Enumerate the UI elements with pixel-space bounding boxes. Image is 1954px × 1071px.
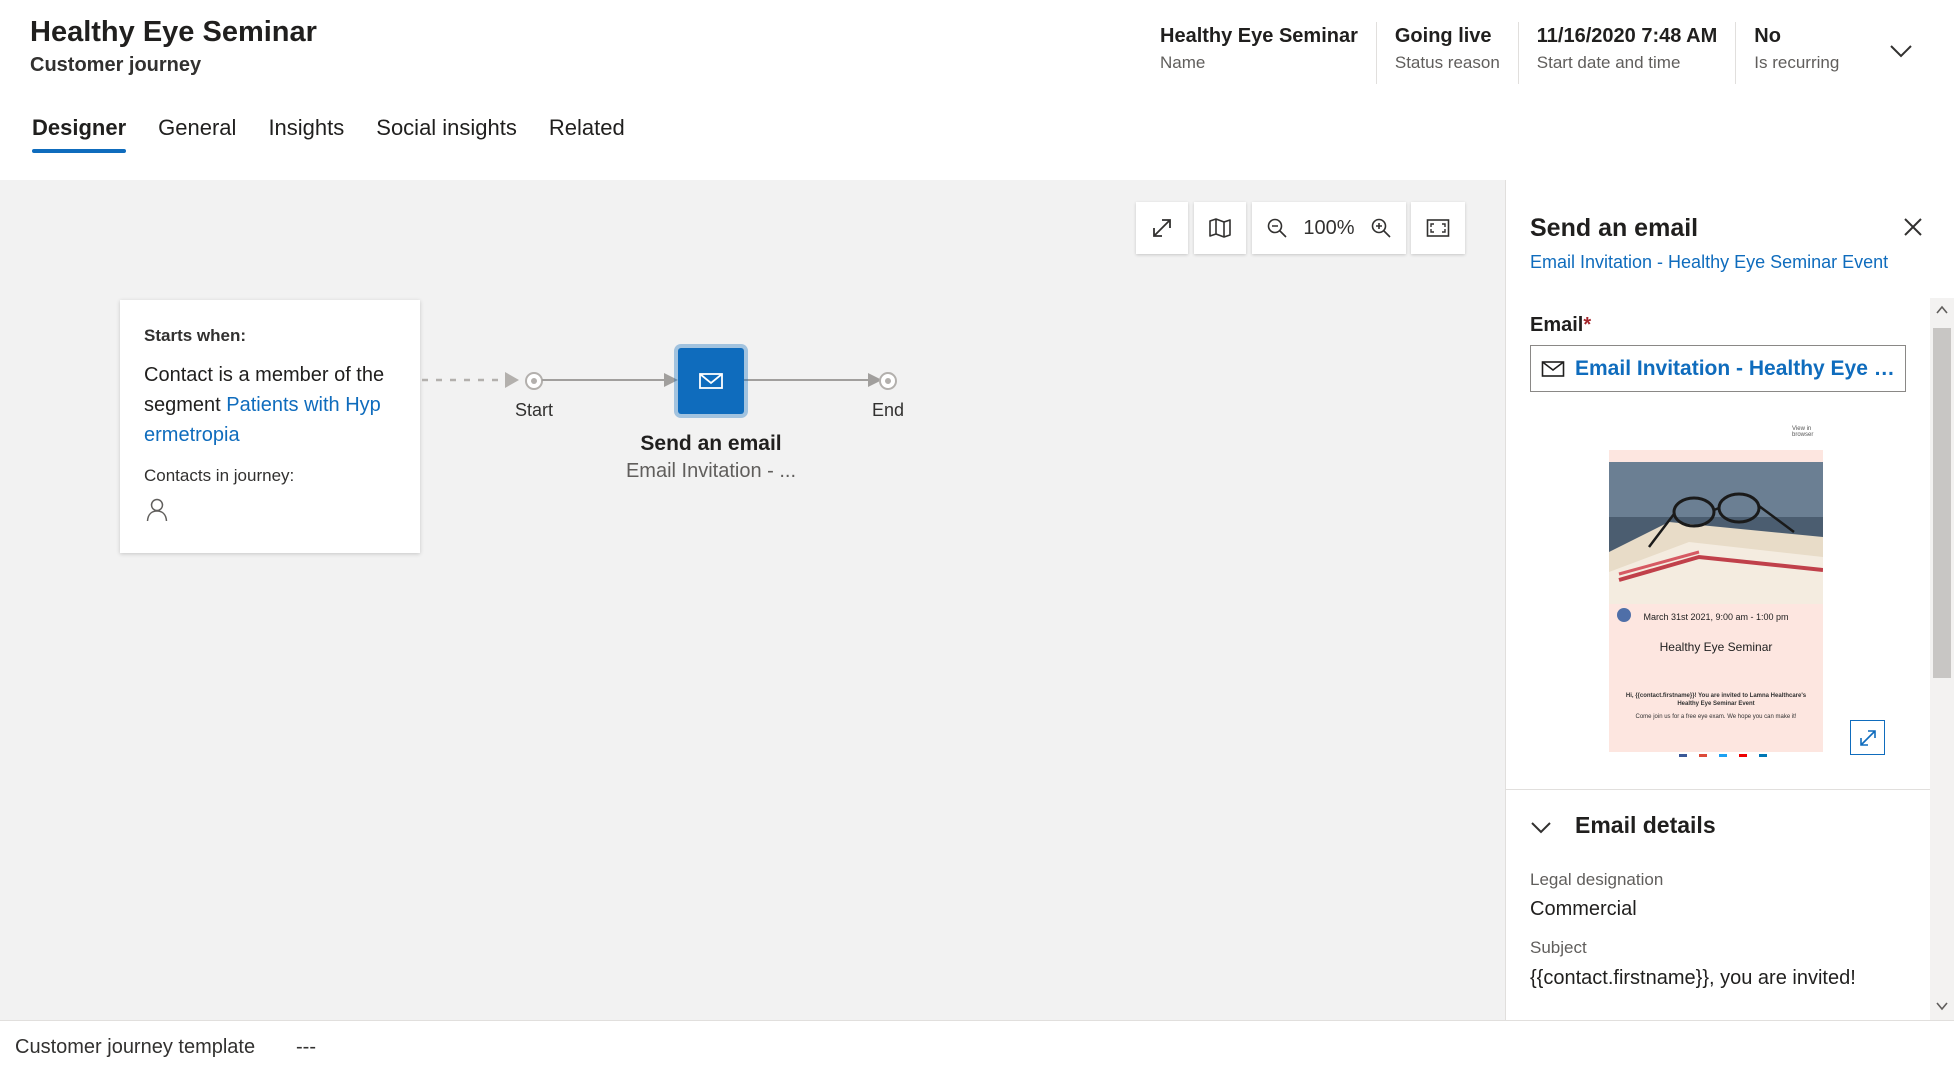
section-divider [1506, 789, 1938, 790]
header-field-status-reason[interactable]: Going live Status reason [1377, 22, 1519, 84]
legal-designation-value: Commercial [1530, 898, 1637, 920]
tab-bar: Designer General Insights Social insight… [32, 115, 625, 153]
form-footer: Customer journey template --- [0, 1020, 1954, 1071]
email-preview-body: March 31st 2021, 9:00 am - 1:00 pm Healt… [1609, 450, 1823, 752]
tab-social-insights[interactable]: Social insights [376, 115, 517, 153]
tab-related[interactable]: Related [549, 115, 625, 153]
email-details-header[interactable]: Email details [1575, 812, 1716, 839]
preview-heading: Healthy Eye Seminar [1659, 640, 1773, 654]
scroll-up-icon[interactable] [1936, 304, 1948, 316]
linkedin-icon [1759, 754, 1767, 757]
header-fields: Healthy Eye Seminar Name Going live Stat… [1142, 22, 1857, 84]
glasses-on-book-image [1609, 462, 1823, 604]
subject-value: {{contact.firstname}}, you are invited! [1530, 967, 1856, 989]
header-field-is-recurring[interactable]: No Is recurring [1736, 22, 1857, 84]
tab-general[interactable]: General [158, 115, 236, 153]
legal-designation-label: Legal designation [1530, 870, 1664, 889]
youtube-icon [1739, 754, 1747, 757]
tab-designer[interactable]: Designer [32, 115, 127, 153]
record-title: Healthy Eye Seminar [30, 16, 317, 48]
send-email-tile[interactable] [678, 348, 744, 414]
facebook-icon [1679, 754, 1687, 757]
mail-icon [699, 373, 723, 389]
subject-label: Subject [1530, 938, 1587, 957]
panel-title: Send an email [1530, 214, 1699, 242]
record-header: Healthy Eye Seminar Customer journey Hea… [0, 0, 1954, 180]
send-email-tile-title: Send an email [640, 432, 782, 455]
scrollbar-thumb[interactable] [1933, 328, 1951, 678]
preview-invite-text: Hi, {{contact.firstname}}! You are invit… [1625, 693, 1807, 707]
preview-body-text: Come join us for a free eye exam. We hop… [1635, 714, 1797, 720]
twitter-icon [1719, 754, 1727, 757]
close-icon[interactable] [1902, 216, 1924, 238]
header-field-name[interactable]: Healthy Eye Seminar Name [1142, 22, 1377, 84]
email-lookup-field[interactable]: Email Invitation - Healthy Eye Seminar E… [1530, 345, 1906, 392]
send-email-tile-subtitle: Email Invitation - ... [625, 460, 797, 482]
end-label: End [872, 400, 905, 420]
designer-canvas[interactable]: 100% Starts when: Contact is a member of… [0, 180, 1505, 1020]
required-asterisk: * [1583, 314, 1592, 336]
record-entity-type: Customer journey [30, 54, 202, 76]
email-preview[interactable]: View in browser March 31st 2021, 9:00 am… [1574, 420, 1834, 757]
panel-email-link[interactable]: Email Invitation - Healthy Eye Seminar E… [1530, 252, 1888, 273]
expand-preview-button[interactable] [1850, 720, 1885, 755]
properties-panel: Send an email Email Invitation - Healthy… [1505, 180, 1954, 1020]
email-lookup-value[interactable]: Email Invitation - Healthy Eye Seminar E… [1575, 357, 1905, 381]
mail-icon [1541, 360, 1565, 377]
google-icon [1699, 754, 1707, 757]
chevron-down-icon[interactable] [1888, 38, 1914, 64]
chevron-down-icon[interactable] [1530, 816, 1552, 838]
journey-template-label: Customer journey template [15, 1036, 256, 1058]
journey-connectors [422, 372, 897, 390]
view-in-browser-link: View in browser [1792, 426, 1814, 438]
panel-scrollbar[interactable] [1930, 298, 1954, 1020]
social-icons [1679, 754, 1767, 757]
email-field-label: Email* [1530, 314, 1592, 336]
journey-template-value[interactable]: --- [296, 1036, 316, 1059]
scroll-down-icon[interactable] [1936, 1000, 1948, 1012]
preview-event-date: March 31st 2021, 9:00 am - 1:00 pm [1643, 612, 1789, 622]
start-label: Start [515, 400, 554, 420]
header-field-start-date[interactable]: 11/16/2020 7:48 AM Start date and time [1519, 22, 1737, 84]
tab-insights[interactable]: Insights [268, 115, 344, 153]
expand-icon [1859, 729, 1876, 746]
